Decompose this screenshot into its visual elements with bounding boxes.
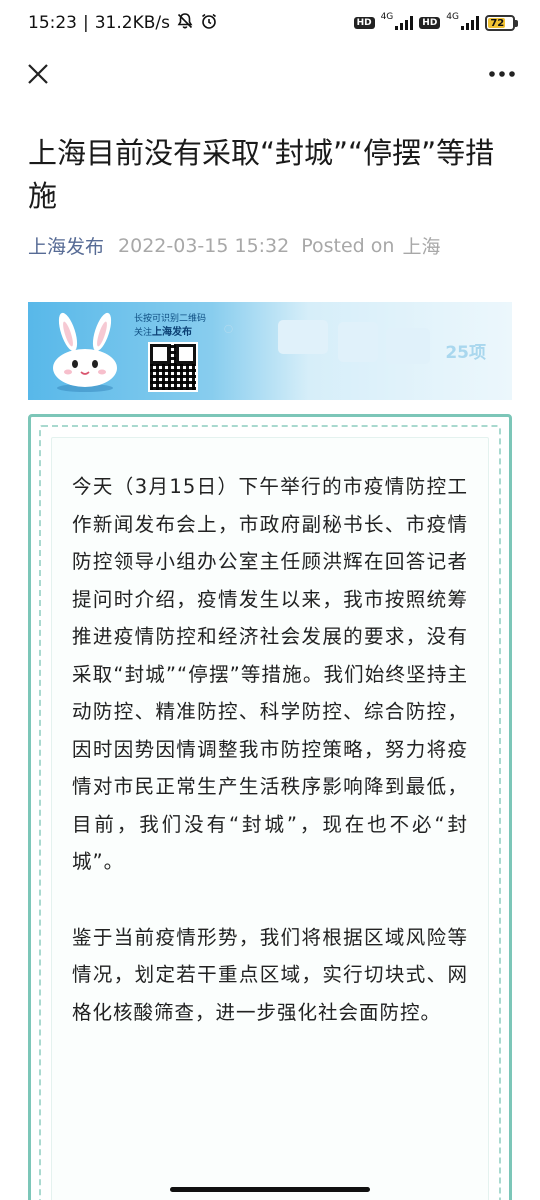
- frame-dashed-border: 今天（3月15日）下午举行的市疫情防控工作新闻发布会上，市政府副秘书长、市疫情防…: [39, 425, 501, 1200]
- banner-badge: 25项: [445, 343, 486, 363]
- signal-icon: [461, 16, 479, 30]
- status-divider: |: [83, 13, 89, 33]
- rabbit-mascot-icon: [53, 312, 117, 392]
- publish-time: 2022-03-15 15:32: [118, 234, 290, 257]
- network-type: 4G: [446, 12, 459, 22]
- banner-text: 长按可识别二维码 关注上海发布: [134, 312, 206, 340]
- banner-line-1: 长按可识别二维码: [134, 314, 207, 324]
- status-left: 15:23 | 31.2KB/s: [28, 12, 354, 35]
- status-right: HD 4G HD 4G 72: [353, 12, 518, 31]
- mute-icon: [176, 12, 194, 35]
- more-icon[interactable]: [482, 54, 522, 94]
- battery-level: 72: [488, 18, 506, 29]
- account-name-link[interactable]: 上海发布: [28, 232, 104, 259]
- faint-graphic: [386, 328, 430, 364]
- status-time: 15:23: [28, 13, 77, 33]
- hd-badge: HD: [419, 17, 441, 29]
- article-meta: 上海发布 2022-03-15 15:32 Posted on 上海: [28, 232, 440, 259]
- close-icon[interactable]: [18, 54, 58, 94]
- posted-on-label: Posted on: [301, 234, 395, 257]
- nav-bar: [0, 46, 540, 102]
- network-speed: 31.2KB/s: [94, 13, 170, 33]
- qr-code-icon[interactable]: [148, 342, 198, 392]
- network-type: 4G: [380, 12, 394, 22]
- faint-graphic: [338, 322, 378, 362]
- battery-icon: 72: [485, 15, 518, 31]
- article-paragraph-1: 今天（3月15日）下午举行的市疫情防控工作新闻发布会上，市政府副秘书长、市疫情防…: [72, 475, 468, 873]
- article-paragraph-2: 鉴于当前疫情形势，我们将根据区域风险等情况，划定若干重点区域，实行切块式、网格化…: [72, 925, 468, 1024]
- post-location: 上海: [402, 236, 441, 258]
- article-body: 今天（3月15日）下午举行的市疫情防控工作新闻发布会上，市政府副秘书长、市疫情防…: [51, 437, 489, 1200]
- faint-graphic: [278, 320, 328, 354]
- faint-icon: ◯: [224, 324, 233, 333]
- home-indicator[interactable]: [170, 1187, 370, 1192]
- status-bar: 15:23 | 31.2KB/s HD 4G HD 4G 72: [0, 0, 540, 46]
- signal-icon: [395, 16, 414, 30]
- article-body-frame: 今天（3月15日）下午举行的市疫情防控工作新闻发布会上，市政府副秘书长、市疫情防…: [28, 414, 512, 1200]
- hd-badge: HD: [353, 17, 375, 29]
- follow-banner[interactable]: 长按可识别二维码 关注上海发布 ◯ 25项: [28, 302, 512, 400]
- banner-line-2: 关注上海发布: [134, 327, 193, 338]
- article-title: 上海目前没有采取“封城”“停摆”等措施: [28, 136, 495, 213]
- alarm-icon: [200, 12, 218, 35]
